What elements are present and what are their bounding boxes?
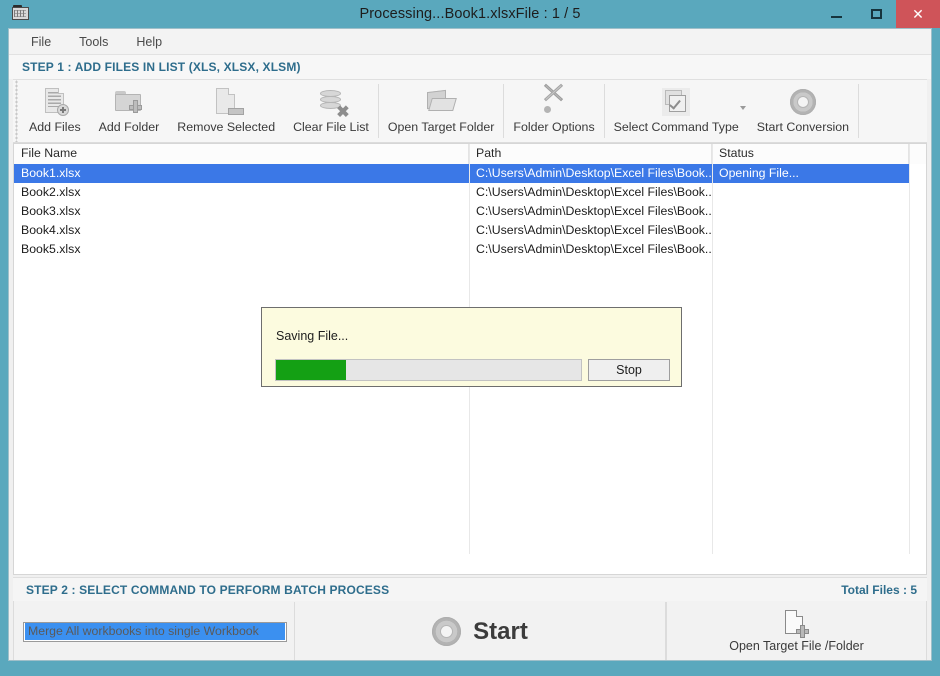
add-folder-icon bbox=[113, 86, 145, 118]
toolbar-grip[interactable] bbox=[13, 80, 20, 142]
start-button[interactable]: Start bbox=[294, 601, 666, 660]
table-row[interactable]: Book2.xlsx C:\Users\Admin\Desktop\Excel … bbox=[14, 183, 926, 202]
cell-filler bbox=[909, 183, 926, 202]
remove-selected-label: Remove Selected bbox=[177, 120, 276, 134]
folder-options-label: Folder Options bbox=[513, 120, 595, 134]
column-header-filler bbox=[909, 144, 926, 164]
minimize-button[interactable] bbox=[816, 0, 856, 28]
start-conversion-label: Start Conversion bbox=[756, 120, 850, 134]
select-command-type-icon bbox=[660, 86, 692, 118]
maximize-icon bbox=[870, 9, 882, 19]
file-list-body: Book1.xlsx C:\Users\Admin\Desktop\Excel … bbox=[14, 164, 926, 259]
title-bar: Processing...Book1.xlsxFile : 1 / 5 ✕ bbox=[0, 0, 940, 28]
progress-message: Saving File... bbox=[276, 329, 349, 343]
menu-item-tools[interactable]: Tools bbox=[77, 33, 110, 51]
chevron-down-icon[interactable] bbox=[739, 106, 746, 110]
table-row[interactable]: Book5.xlsx C:\Users\Admin\Desktop\Excel … bbox=[14, 240, 926, 259]
select-command-type-label: Select Command Type bbox=[613, 120, 739, 134]
action-bar: Merge All workbooks into single Workbook… bbox=[13, 601, 927, 661]
cell-status bbox=[712, 240, 909, 259]
cell-file-name: Book4.xlsx bbox=[21, 223, 81, 237]
cell-status bbox=[712, 221, 909, 240]
cell-path: C:\Users\Admin\Desktop\Excel Files\Book.… bbox=[476, 223, 712, 237]
cell-file-name: Book1.xlsx bbox=[14, 164, 469, 183]
open-target-label: Open Target File /Folder bbox=[729, 639, 864, 653]
command-type-combobox[interactable]: Merge All workbooks into single Workbook bbox=[23, 621, 287, 642]
cell-path: C:\Users\Admin\Desktop\Excel Files\Book.… bbox=[476, 242, 712, 256]
open-target-folder-icon bbox=[425, 86, 457, 118]
add-files-icon bbox=[39, 86, 71, 118]
step1-label: STEP 1 : ADD FILES IN LIST (XLS, XLSX, X… bbox=[22, 60, 301, 74]
minimize-icon bbox=[830, 16, 842, 18]
add-files-label: Add Files bbox=[29, 120, 81, 134]
step1-header: STEP 1 : ADD FILES IN LIST (XLS, XLSX, X… bbox=[9, 55, 931, 79]
folder-options-icon bbox=[538, 83, 570, 118]
close-icon: ✕ bbox=[912, 6, 924, 22]
window-controls: ✕ bbox=[816, 0, 940, 28]
command-combo-zone: Merge All workbooks into single Workbook bbox=[14, 602, 294, 661]
column-header-path[interactable]: Path bbox=[469, 144, 712, 164]
remove-selected-button[interactable]: Remove Selected bbox=[168, 80, 284, 142]
stop-button[interactable]: Stop bbox=[588, 359, 670, 381]
cell-file-name: Book3.xlsx bbox=[21, 204, 81, 218]
maximize-button[interactable] bbox=[856, 0, 896, 28]
step2-header: STEP 2 : SELECT COMMAND TO PERFORM BATCH… bbox=[13, 577, 927, 601]
progress-bar bbox=[275, 359, 582, 381]
command-type-value: Merge All workbooks into single Workbook bbox=[25, 623, 285, 640]
start-conversion-button[interactable]: Start Conversion bbox=[748, 80, 858, 142]
open-target-file-icon bbox=[784, 610, 809, 636]
cell-path: C:\Users\Admin\Desktop\Excel Files\Book.… bbox=[476, 185, 712, 199]
table-row[interactable]: Book4.xlsx C:\Users\Admin\Desktop\Excel … bbox=[14, 221, 926, 240]
table-row[interactable]: Book3.xlsx C:\Users\Admin\Desktop\Excel … bbox=[14, 202, 926, 221]
start-button-label: Start bbox=[473, 617, 528, 645]
column-header-status[interactable]: Status bbox=[712, 144, 909, 164]
file-list-header: File Name Path Status bbox=[14, 144, 926, 164]
cell-status: Opening File... bbox=[712, 164, 909, 183]
cell-filler bbox=[909, 240, 926, 259]
cell-file-name: Book2.xlsx bbox=[21, 185, 81, 199]
open-target-file-folder-button[interactable]: Open Target File /Folder bbox=[666, 601, 926, 660]
cell-filler bbox=[909, 202, 926, 221]
column-header-file-name[interactable]: File Name bbox=[14, 144, 469, 164]
toolbar-separator-4 bbox=[858, 84, 860, 138]
cell-filler bbox=[909, 221, 926, 240]
clear-file-list-icon: ✖ bbox=[315, 86, 350, 121]
cell-filler bbox=[909, 164, 926, 183]
start-conversion-gear-icon bbox=[787, 86, 819, 118]
clear-file-list-label: Clear File List bbox=[293, 120, 369, 134]
toolbar: Add Files Add Folder Remove Selected ✖ C… bbox=[13, 79, 927, 143]
cell-status bbox=[712, 183, 909, 202]
add-folder-label: Add Folder bbox=[98, 120, 160, 134]
cell-file-name: Book5.xlsx bbox=[21, 242, 81, 256]
cell-path: C:\Users\Admin\Desktop\Excel Files\Book.… bbox=[469, 164, 712, 183]
application-window: Processing...Book1.xlsxFile : 1 / 5 ✕ Fi… bbox=[0, 0, 940, 676]
select-command-type-button[interactable]: Select Command Type bbox=[605, 80, 748, 142]
menu-item-file[interactable]: File bbox=[29, 33, 53, 51]
start-gear-icon bbox=[432, 617, 462, 646]
progress-bar-fill bbox=[276, 360, 347, 380]
step2-label: STEP 2 : SELECT COMMAND TO PERFORM BATCH… bbox=[26, 582, 390, 597]
table-row[interactable]: Book1.xlsx C:\Users\Admin\Desktop\Excel … bbox=[14, 164, 926, 183]
cell-path: C:\Users\Admin\Desktop\Excel Files\Book.… bbox=[476, 204, 712, 218]
menu-bar: File Tools Help bbox=[9, 29, 931, 55]
progress-dialog: Saving File... Stop bbox=[261, 307, 682, 387]
window-title: Processing...Book1.xlsxFile : 1 / 5 bbox=[359, 6, 581, 22]
open-target-folder-button[interactable]: Open Target Folder bbox=[379, 80, 504, 142]
remove-selected-icon bbox=[210, 86, 245, 118]
add-files-button[interactable]: Add Files bbox=[20, 80, 90, 142]
cell-status bbox=[712, 202, 909, 221]
menu-item-help[interactable]: Help bbox=[134, 33, 164, 51]
close-button[interactable]: ✕ bbox=[896, 0, 940, 28]
open-target-folder-label: Open Target Folder bbox=[387, 120, 495, 134]
clear-file-list-button[interactable]: ✖ Clear File List bbox=[284, 80, 378, 142]
folder-options-button[interactable]: Folder Options bbox=[504, 80, 603, 142]
add-folder-button[interactable]: Add Folder bbox=[90, 80, 169, 142]
total-files-count: Total Files : 5 bbox=[841, 582, 917, 597]
